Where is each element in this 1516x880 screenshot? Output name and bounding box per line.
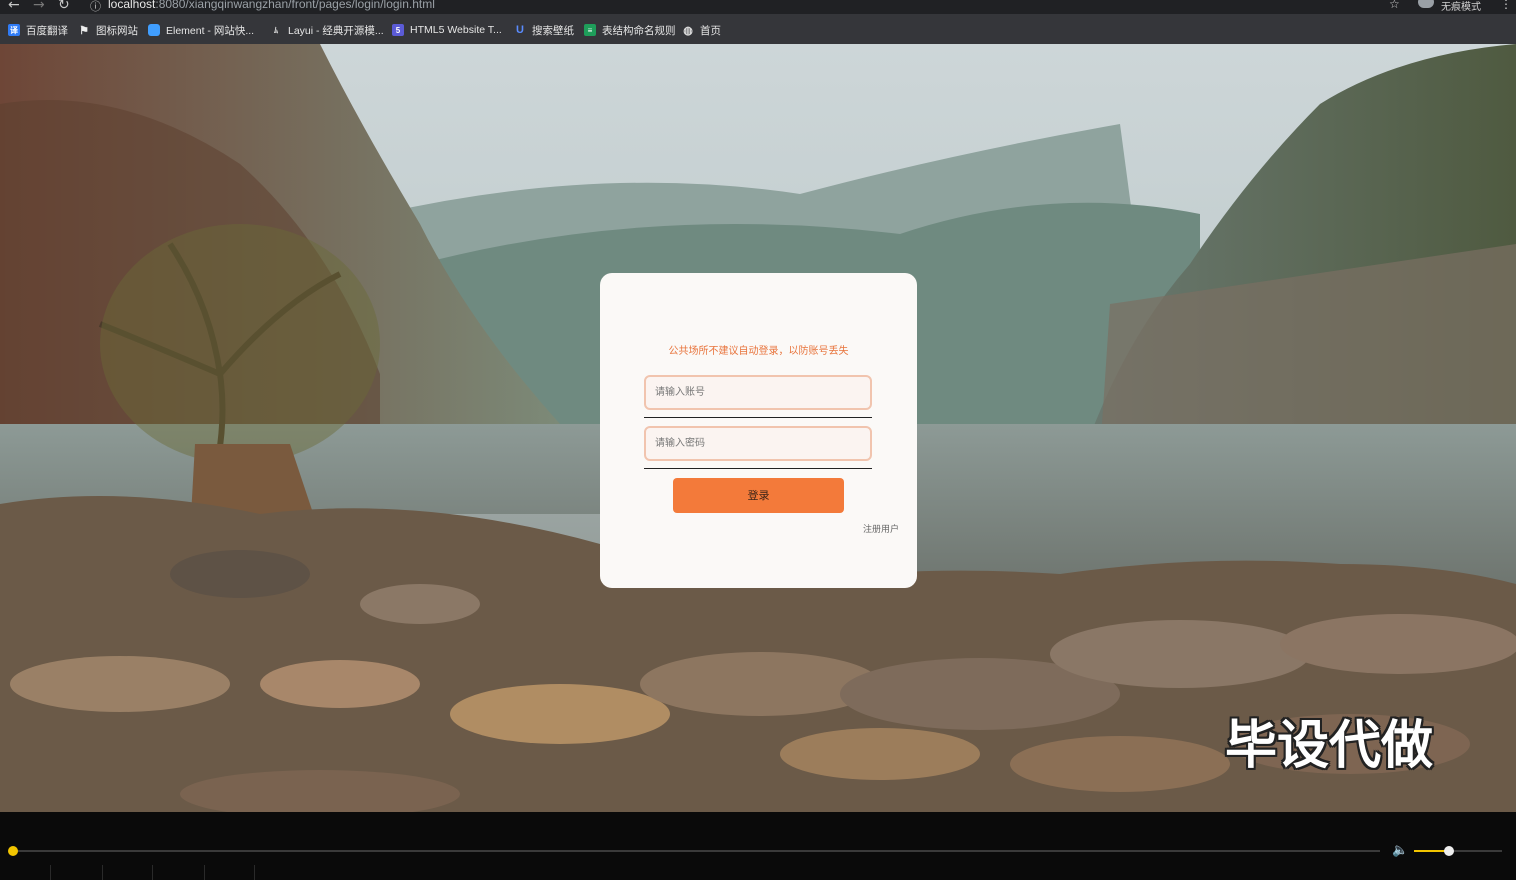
segment-divider (254, 865, 255, 880)
volume-knob[interactable] (1444, 846, 1455, 856)
bookmark-label: 首页 (700, 24, 721, 37)
bookmark-item[interactable]: ◍ 首页 (682, 22, 721, 38)
bookmark-label: 百度翻译 (26, 24, 68, 37)
bookmark-label: Element - 网站快... (166, 24, 255, 37)
volume-track[interactable] (1414, 850, 1502, 852)
bookmark-item[interactable]: ≡ 表结构命名规则 (584, 22, 676, 38)
volume-icon[interactable]: 🔈 (1392, 843, 1408, 858)
video-player-bar: 🔈 (0, 812, 1516, 880)
segment-divider (152, 865, 153, 880)
globe-icon: ◍ (683, 24, 693, 37)
back-icon[interactable]: ← (8, 0, 20, 13)
segment-divider (204, 865, 205, 880)
reload-icon[interactable]: ↻ (58, 0, 70, 13)
bookmark-label: HTML5 Website T... (410, 24, 502, 36)
bookmark-item[interactable]: ﾑ Layui - 经典开源模... (270, 22, 384, 38)
wallpaper-icon: U (516, 24, 524, 36)
bookmark-item[interactable]: 译 百度翻译 (8, 22, 68, 38)
login-button[interactable]: 登录 (673, 478, 844, 513)
bookmark-label: 表结构命名规则 (602, 24, 676, 37)
register-link[interactable]: 注册用户 (863, 522, 899, 535)
address-bar[interactable]: localhost:8080/xiangqinwangzhan/front/pa… (108, 0, 435, 11)
password-input[interactable]: 请输入密码 (644, 426, 872, 461)
url-path: :8080/xiangqinwangzhan/front/pages/login… (155, 0, 435, 11)
flag-icon: ⚑ (79, 24, 89, 37)
layui-icon: ﾑ (274, 25, 278, 35)
bookmark-item[interactable]: 5 HTML5 Website T... (392, 22, 502, 38)
element-icon (148, 24, 160, 36)
segment-divider (102, 865, 103, 880)
bookmark-label: 搜索壁纸 (532, 24, 574, 37)
watermark-text: 毕设代做 (1225, 716, 1434, 776)
bookmark-item[interactable]: Element - 网站快... (148, 22, 254, 38)
site-info-icon[interactable]: ⓘ (90, 0, 101, 14)
password-underline (644, 468, 872, 469)
bookmark-star-icon[interactable]: ☆ (1389, 0, 1400, 11)
browser-toolbar: ← → ↻ ⓘ localhost:8080/xiangqinwangzhan/… (0, 0, 1516, 14)
login-card: 公共场所不建议自动登录，以防账号丢失 请输入账号 请输入密码 登录 注册用户 (600, 273, 917, 588)
account-input[interactable]: 请输入账号 (644, 375, 872, 410)
bookmark-label: 图标网站 (96, 24, 138, 37)
bookmark-item[interactable]: ⚑ 图标网站 (78, 22, 138, 38)
login-notice: 公共场所不建议自动登录，以防账号丢失 (668, 346, 849, 357)
menu-icon[interactable]: ⋮ (1500, 0, 1512, 11)
table-icon: ≡ (584, 24, 596, 36)
baidu-translate-icon: 译 (8, 24, 20, 36)
incognito-label: 无痕模式 (1441, 2, 1481, 13)
bookmark-label: Layui - 经典开源模... (288, 24, 384, 37)
bookmark-item[interactable]: U 搜索壁纸 (514, 22, 574, 38)
segment-divider (50, 865, 51, 880)
url-host: localhost (108, 0, 156, 11)
progress-knob[interactable] (8, 846, 18, 856)
bookmarks-bar: 译 百度翻译 ⚑ 图标网站 Element - 网站快... ﾑ Layui -… (0, 14, 1516, 44)
progress-track[interactable] (16, 850, 1380, 852)
forward-icon[interactable]: → (33, 0, 45, 13)
html5-icon: 5 (392, 24, 404, 36)
incognito-icon (1418, 0, 1434, 8)
account-underline (644, 417, 872, 418)
